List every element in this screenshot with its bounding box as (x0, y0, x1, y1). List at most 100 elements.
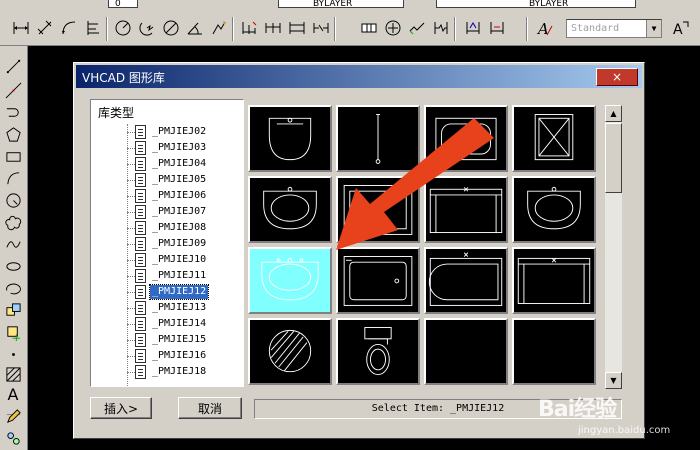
document-icon (135, 237, 146, 251)
tile-empty[interactable] (512, 318, 596, 385)
tile-sink-pedestal[interactable] (248, 105, 332, 172)
tile-rect-tray[interactable] (336, 247, 420, 314)
ellipse-arc-icon[interactable] (2, 278, 24, 298)
cancel-button[interactable]: 取消 (178, 397, 242, 419)
tree-item[interactable]: _PMJIEJ14 (127, 316, 208, 332)
document-icon (135, 157, 146, 171)
dim-space-icon[interactable] (286, 17, 308, 39)
tree-item[interactable]: _PMJIEJ09 (127, 236, 208, 252)
toilet-icon (364, 327, 392, 376)
point-icon[interactable] (2, 344, 24, 364)
tile-oval-basin[interactable] (248, 176, 332, 243)
construction-line-icon[interactable] (2, 80, 24, 100)
jogged-dim-icon[interactable] (136, 17, 158, 39)
tile-empty[interactable] (424, 318, 508, 385)
tree-item[interactable]: _PMJIEJ03 (127, 140, 208, 156)
arc-icon[interactable] (2, 168, 24, 188)
toolbar-separator (106, 17, 108, 41)
toolbar-separator (334, 17, 336, 41)
watermark-url: jingyan.baidu.com (578, 425, 671, 436)
text-icon[interactable]: A (2, 384, 24, 404)
tile-rect-basin[interactable] (336, 176, 420, 243)
scroll-thumb[interactable] (605, 123, 622, 193)
spline-icon[interactable] (2, 234, 24, 254)
svg-text:A: A (673, 22, 683, 37)
text-style-icon[interactable]: A (534, 17, 556, 39)
layer-number-field[interactable]: 0 (108, 0, 138, 9)
quick-dim-icon[interactable] (208, 17, 230, 39)
color-combo[interactable]: BYLAYER (278, 0, 404, 9)
tile-long-tub[interactable] (512, 247, 596, 314)
text-style-manager-icon[interactable]: A (670, 17, 692, 39)
tub-icon (435, 117, 497, 161)
angular-dim-icon[interactable] (184, 17, 206, 39)
dim-break-icon[interactable] (310, 17, 332, 39)
scroll-down-icon[interactable]: ▼ (605, 372, 622, 389)
tile-rod[interactable] (336, 105, 420, 172)
tree-item[interactable]: _PMJIEJ05 (127, 172, 208, 188)
toolbar-separator (526, 17, 528, 41)
arc-dim-icon[interactable] (58, 17, 80, 39)
linetype-combo[interactable]: BYLAYER (436, 0, 636, 9)
tree-item[interactable]: _PMJIEJ16 (127, 348, 208, 364)
long-tub-icon (517, 257, 591, 305)
tree-item[interactable]: _PMJIEJ11 (127, 268, 208, 284)
close-button[interactable]: × (596, 68, 638, 86)
tile-shower-tray[interactable] (512, 105, 596, 172)
dim-edit-icon[interactable] (462, 17, 484, 39)
aligned-dim-icon[interactable] (34, 17, 56, 39)
polygon-icon[interactable] (2, 124, 24, 144)
library-tree[interactable]: 库类型 _PMJIEJ02 _PMJIEJ03 _PMJIEJ04 _PMJIE… (90, 99, 244, 387)
tree-item[interactable]: _PMJIEJ10 (127, 252, 208, 268)
top-toolbar: 0 BYLAYER BYLAYER A Standard ▼ A (0, 0, 700, 46)
tile-basin-selected[interactable] (248, 247, 332, 314)
tree-item[interactable]: _PMJIEJ15 (127, 332, 208, 348)
diameter-dim-icon[interactable] (160, 17, 182, 39)
grid-scrollbar[interactable]: ▲ ▼ (605, 105, 622, 389)
circle-icon[interactable] (2, 190, 24, 210)
group-icon[interactable] (2, 428, 24, 448)
document-icon (135, 301, 146, 315)
tile-tub[interactable] (424, 105, 508, 172)
polyline-icon[interactable] (2, 102, 24, 122)
tree-item-selected[interactable]: _PMJIEJ12 (127, 284, 210, 300)
tolerance-icon[interactable] (358, 17, 380, 39)
tree-item[interactable]: _PMJIEJ06 (127, 188, 208, 204)
line-icon[interactable] (2, 56, 24, 76)
text-style-select[interactable]: Standard ▼ (566, 19, 662, 38)
pencil-icon[interactable] (2, 406, 24, 426)
tile-round-drain[interactable] (248, 318, 332, 385)
make-block-icon[interactable] (2, 322, 24, 342)
center-mark-icon[interactable] (382, 17, 404, 39)
tree-item[interactable]: _PMJIEJ04 (127, 156, 208, 172)
tile-counter-basin[interactable] (424, 176, 508, 243)
inspect-icon[interactable] (406, 17, 428, 39)
baseline-dim-icon[interactable] (238, 17, 260, 39)
dialog-titlebar[interactable]: VHCAD 图形库 × (76, 65, 642, 88)
tree-item[interactable]: _PMJIEJ07 (127, 204, 208, 220)
radius-dim-icon[interactable] (112, 17, 134, 39)
tree-item[interactable]: _PMJIEJ18 (127, 364, 208, 380)
tree-item[interactable]: _PMJIEJ08 (127, 220, 208, 236)
tile-bathtub[interactable] (424, 247, 508, 314)
ordinate-dim-icon[interactable] (82, 17, 104, 39)
chevron-down-icon[interactable]: ▼ (646, 20, 661, 37)
hatch-icon[interactable] (2, 364, 24, 384)
insert-block-icon[interactable] (2, 300, 24, 320)
insert-button[interactable]: 插入> (90, 397, 152, 419)
revision-cloud-icon[interactable] (2, 212, 24, 232)
layer-number-text: 0 (115, 0, 121, 9)
rectangle-icon[interactable] (2, 146, 24, 166)
tile-toilet[interactable] (336, 318, 420, 385)
dim-text-edit-icon[interactable] (486, 17, 508, 39)
scroll-up-icon[interactable]: ▲ (605, 105, 622, 122)
tree-item[interactable]: _PMJIEJ02 (127, 124, 208, 140)
continue-dim-icon[interactable] (262, 17, 284, 39)
linear-dim-icon[interactable] (10, 17, 32, 39)
jogged-linear-icon[interactable] (430, 17, 452, 39)
tile-oval-basin-2[interactable] (512, 176, 596, 243)
document-icon (135, 365, 146, 379)
tree-item[interactable]: _PMJIEJ13 (127, 300, 208, 316)
ellipse-icon[interactable] (2, 256, 24, 276)
oval-basin-icon (527, 186, 581, 230)
